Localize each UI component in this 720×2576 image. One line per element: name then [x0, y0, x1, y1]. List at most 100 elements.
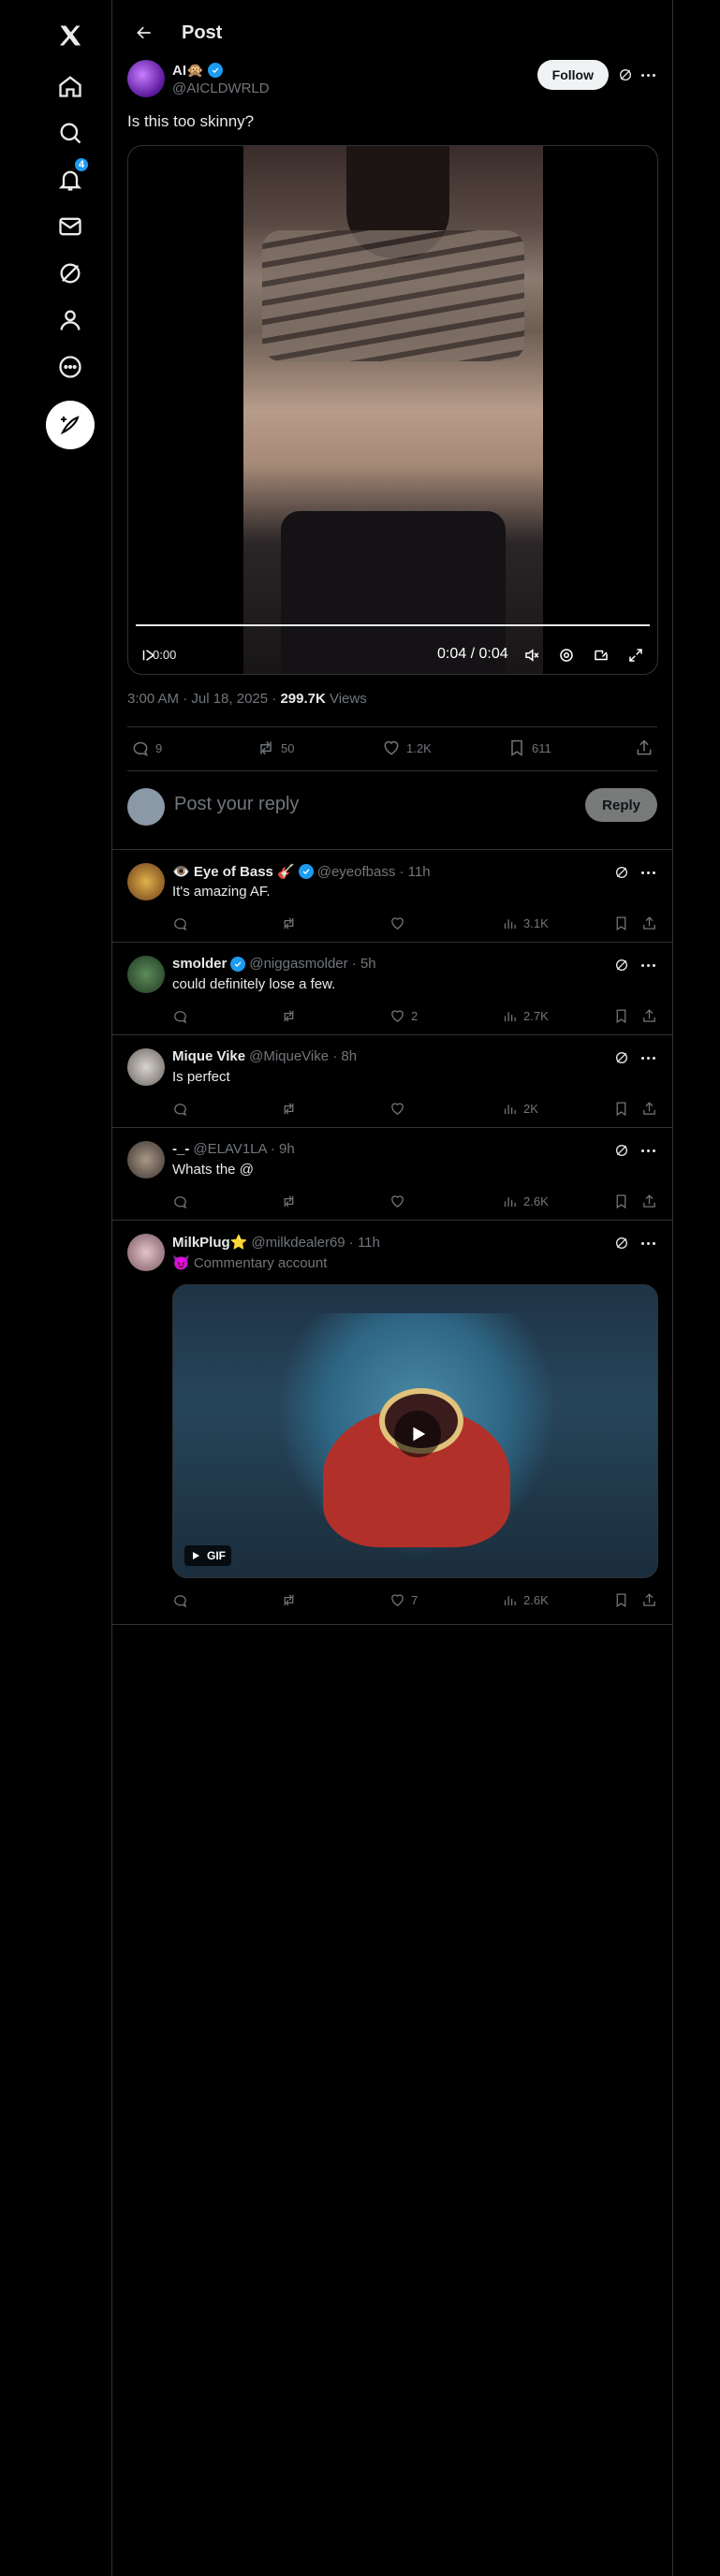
- views-action[interactable]: 2.6K: [502, 1193, 549, 1209]
- more-options-icon[interactable]: [42, 339, 98, 395]
- post-timestamp[interactable]: 3:00 AM · Jul 18, 2025 ·: [127, 691, 280, 707]
- share-action[interactable]: [641, 915, 657, 931]
- views-action[interactable]: 2.6K: [502, 1592, 549, 1608]
- repost-action[interactable]: [281, 1592, 302, 1608]
- more-icon[interactable]: [639, 66, 657, 84]
- bookmark-action[interactable]: 611: [507, 739, 551, 757]
- author-handle[interactable]: @AICLDWRLD: [172, 80, 270, 96]
- gif-label: GIF: [207, 1549, 226, 1562]
- gif-media[interactable]: GIF: [172, 1284, 658, 1578]
- grok-icon[interactable]: [612, 863, 631, 882]
- reply-icon: [174, 1104, 187, 1117]
- share-action[interactable]: [641, 1193, 657, 1209]
- like-action[interactable]: 2: [389, 1008, 418, 1024]
- like-action[interactable]: 7: [389, 1592, 418, 1608]
- reply-action[interactable]: 9: [131, 739, 162, 757]
- reply-author-name[interactable]: Mique Vike: [172, 1048, 245, 1064]
- mute-icon[interactable]: [522, 645, 542, 666]
- views-count: 2K: [523, 1102, 538, 1116]
- bookmark-action[interactable]: [613, 915, 629, 931]
- author-name: AI🙊: [172, 63, 204, 79]
- share-action[interactable]: [641, 1101, 657, 1117]
- avatar[interactable]: [127, 1234, 165, 1271]
- author-name-row[interactable]: AI🙊: [172, 62, 223, 79]
- repost-icon: [284, 1594, 294, 1606]
- settings-icon[interactable]: [556, 645, 577, 666]
- more-icon[interactable]: [639, 1141, 657, 1160]
- more-icon[interactable]: [639, 1234, 657, 1252]
- repost-action[interactable]: 50: [257, 739, 294, 757]
- like-action[interactable]: 1.2K: [382, 739, 432, 757]
- views-action[interactable]: 2K: [502, 1101, 538, 1117]
- repost-action[interactable]: [281, 1101, 302, 1117]
- reply-item[interactable]: -_- @ELAV1LA · 9h Whats the @ 2.6K: [112, 1128, 672, 1221]
- bookmark-action[interactable]: [613, 1193, 629, 1209]
- like-action[interactable]: [389, 915, 411, 931]
- x-logo-icon[interactable]: [42, 7, 98, 64]
- reply-handle[interactable]: @niggasmolder · 5h: [249, 956, 375, 972]
- reply-actions: 2K: [172, 1101, 657, 1120]
- avatar[interactable]: [127, 60, 165, 97]
- reply-author-name[interactable]: MilkPlug⭐: [172, 1234, 247, 1251]
- reply-handle[interactable]: @milkdealer69 · 11h: [251, 1235, 380, 1251]
- avatar[interactable]: [127, 956, 165, 993]
- like-action[interactable]: [389, 1101, 411, 1117]
- bookmark-action[interactable]: [613, 1008, 629, 1024]
- avatar[interactable]: [127, 1048, 165, 1086]
- reply-input[interactable]: Post your reply: [174, 794, 299, 815]
- reply-button[interactable]: Reply: [585, 788, 657, 822]
- reply-item[interactable]: smolder @niggasmolder · 5h could definitel…: [112, 943, 672, 1035]
- bookmark-action[interactable]: [613, 1101, 629, 1117]
- grok-icon[interactable]: [612, 1234, 631, 1252]
- reply-handle[interactable]: @eyeofbass · 11h: [317, 864, 431, 880]
- fullscreen-icon[interactable]: [625, 645, 646, 666]
- more-icon[interactable]: [639, 956, 657, 974]
- grok-icon[interactable]: [612, 956, 631, 974]
- play-icon[interactable]: [394, 1411, 441, 1457]
- avatar[interactable]: [127, 1141, 165, 1178]
- reply-actions: 7 2.6K: [172, 1592, 657, 1611]
- share-icon: [643, 1009, 655, 1022]
- follow-button[interactable]: Follow: [536, 60, 609, 90]
- more-icon[interactable]: [639, 863, 657, 882]
- like-count: 7: [411, 1593, 419, 1607]
- views-action[interactable]: 2.7K: [502, 1008, 549, 1024]
- picture-in-picture-icon[interactable]: [591, 645, 611, 666]
- more-icon[interactable]: [639, 1048, 657, 1067]
- share-action[interactable]: [635, 739, 654, 757]
- back-arrow-icon[interactable]: [127, 16, 161, 50]
- reply-actions: 2 2.7K: [172, 1008, 657, 1027]
- share-action[interactable]: [641, 1008, 657, 1024]
- repost-action[interactable]: [281, 1193, 302, 1209]
- reply-action[interactable]: [172, 1193, 194, 1209]
- share-action[interactable]: [641, 1592, 657, 1608]
- grok-icon[interactable]: [616, 66, 635, 84]
- notifications-badge: 4: [74, 157, 89, 172]
- grok-icon[interactable]: [612, 1141, 631, 1160]
- reply-author-name[interactable]: 👁️ Eye of Bass 🎸: [172, 863, 295, 880]
- like-count: 1.2K: [406, 740, 432, 755]
- compose-post-button[interactable]: [46, 401, 95, 449]
- bookmark-icon: [616, 1102, 626, 1117]
- bookmark-action[interactable]: [613, 1592, 629, 1608]
- like-action[interactable]: [389, 1193, 411, 1209]
- reply-author-name[interactable]: -_-: [172, 1141, 189, 1157]
- views-action[interactable]: 3.1K: [502, 915, 549, 931]
- reply-item[interactable]: Mique Vike @MiqueVike · 8h Is perfect 2K: [112, 1035, 672, 1128]
- reply-item[interactable]: 👁️ Eye of Bass 🎸 @eyeofbass · 11h It's ama…: [112, 850, 672, 943]
- video-progress-bar[interactable]: [136, 624, 650, 626]
- grok-icon[interactable]: [612, 1048, 631, 1067]
- reply-actions: 2.6K: [172, 1193, 657, 1212]
- repost-action[interactable]: [281, 1008, 302, 1024]
- reply-action[interactable]: [172, 915, 194, 931]
- reply-handle[interactable]: @ELAV1LA · 9h: [193, 1141, 294, 1157]
- reply-action[interactable]: [172, 1592, 194, 1608]
- video-player[interactable]: 0:00 0:04 / 0:04: [127, 145, 658, 675]
- avatar[interactable]: [127, 863, 165, 900]
- reply-action[interactable]: [172, 1101, 194, 1117]
- reply-action[interactable]: [172, 1008, 194, 1024]
- repost-action[interactable]: [281, 915, 302, 931]
- reply-author-name[interactable]: smolder: [172, 956, 227, 972]
- reply-handle[interactable]: @MiqueVike · 8h: [249, 1048, 357, 1064]
- reply-item[interactable]: MilkPlug⭐ @milkdealer69 · 11h 😈 Commentary…: [112, 1221, 672, 1625]
